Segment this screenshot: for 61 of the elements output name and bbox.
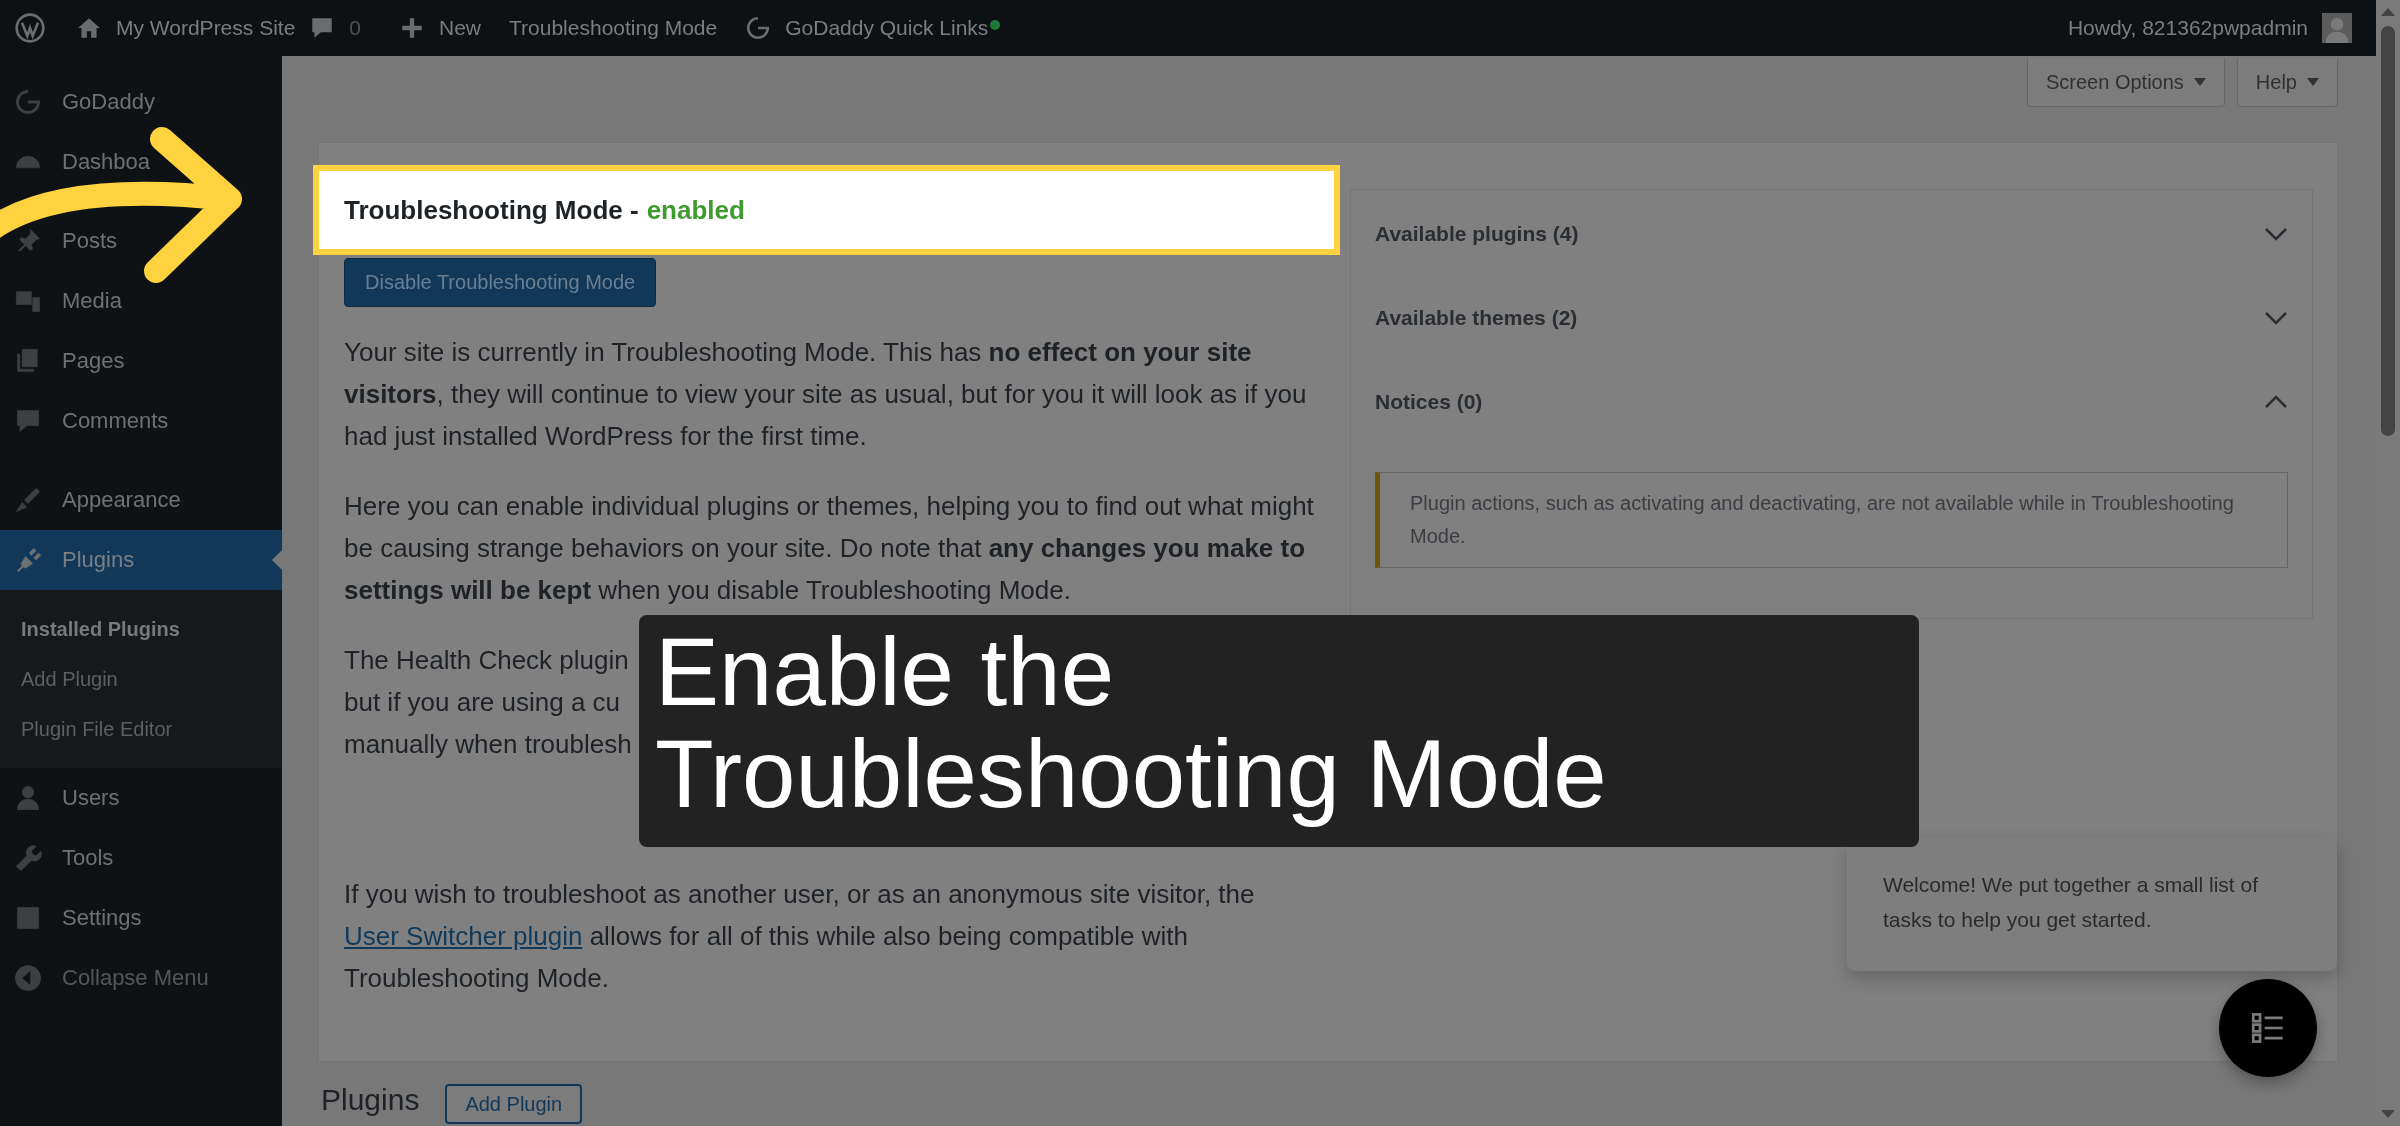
accordion-header[interactable]: Available themes (2) [1375,274,2288,358]
dropdown-toggle-button[interactable]: Help [2236,58,2338,107]
dropdown-toggle-button[interactable]: Screen Options [2027,58,2225,107]
quick-links-link[interactable]: GoDaddy Quick Links [785,16,989,40]
notice-message: Plugin actions, such as activating and deactivating, are not available while in Troubleshooting Mode. [1375,472,2288,568]
checklist-icon [2251,1012,2285,1044]
sidebar-item[interactable]: Appearance [0,470,282,530]
sidebar-item[interactable]: Tools [0,828,282,888]
godaddy-logo-icon[interactable] [745,15,772,41]
sidebar-item[interactable]: Pages [0,331,282,391]
accordion-header[interactable]: Notices (0) [1375,358,2288,442]
sliders-icon [14,904,42,932]
accordion-header[interactable]: Available plugins (4) [1375,190,2288,274]
wordpress-logo-icon[interactable] [14,12,46,44]
troubleshooting-mode-link[interactable]: Troubleshooting Mode [509,16,718,40]
plug-icon [14,546,42,574]
chevron-down-icon [2264,227,2288,241]
sidebar-item[interactable]: Plugins [0,530,282,590]
plugins-heading: Plugins [321,1083,420,1117]
caret-icon [2193,78,2206,86]
text-fragment: The Health Check plugin [344,644,629,677]
tutorial-caption: Enable the Troubleshooting Mode [639,615,1919,847]
sidebar-item[interactable]: Comments [0,391,282,451]
paragraph: If you wish to troubleshoot as another user, or as an anonymous site visitor, the User Switcher plugin allows for all of this while also being compatible with Troubleshooting Mode. [344,878,1256,995]
status-state: enabled [646,194,745,226]
scroll-up-icon[interactable] [2381,8,2395,16]
paintbrush-icon [14,486,42,514]
paragraph: Here you can enable individual plugins or themes, helping you to find out what might be causing strange behaviors on your site. Do note that any changes you make to settings will be kept when you disable Troubleshooting Mode. [344,490,1315,607]
plus-icon[interactable] [399,15,425,41]
chevron-down-icon [2264,311,2288,325]
submenu-item[interactable]: Add Plugin [0,654,282,704]
wrench-icon [14,844,42,872]
sidebar-item[interactable]: Users [0,768,282,828]
person-icon [14,784,42,812]
welcome-tooltip: Welcome! We put together a small list of tasks to help you get started. [1847,837,2337,971]
scroll-down-icon[interactable] [2381,1110,2395,1118]
user-switcher-link[interactable]: User Switcher plugin [344,921,583,951]
sidebar-item[interactable]: Media [0,271,282,331]
chevron-up-icon [2264,395,2288,409]
collapse-icon [14,964,42,992]
add-plugin-button[interactable]: Add Plugin [445,1084,583,1124]
godaddy-logo-icon [14,88,42,116]
greeting-link[interactable]: Howdy, 821362pwpadmin [2067,16,2308,40]
scrollbar-thumb[interactable] [2381,26,2395,436]
comment-count: 0 [349,16,361,40]
sidebar-item[interactable]: Dashboa [0,132,282,192]
paragraph: Your site is currently in Troubleshooting Mode. This has no effect on your site visitors, they will continue to view your site as usual, but for you it will look as if you had just installed WordPress for the first time. [344,336,1308,453]
sidebar-item[interactable]: Settings [0,888,282,948]
text-fragment: manually when troublesh [344,728,632,761]
submenu-item[interactable]: Installed Plugins [0,604,282,654]
disable-button[interactable]: Disable Troubleshooting Mode [344,258,657,307]
sidebar-item[interactable]: Posts [0,211,282,271]
new-link[interactable]: New [439,16,482,40]
status-heading: Troubleshooting Mode - [344,194,639,226]
submenu-item[interactable]: Plugin File Editor [0,704,282,754]
speech-bubble-icon [14,407,42,435]
text-fragment: but if you are using a cu [344,686,621,719]
collapse-menu-button[interactable]: Collapse Menu [0,948,282,1008]
site-name-link[interactable]: My WordPress Site [116,16,296,40]
caret-icon [2307,78,2319,86]
sidebar-item[interactable]: GoDaddy [0,72,282,132]
